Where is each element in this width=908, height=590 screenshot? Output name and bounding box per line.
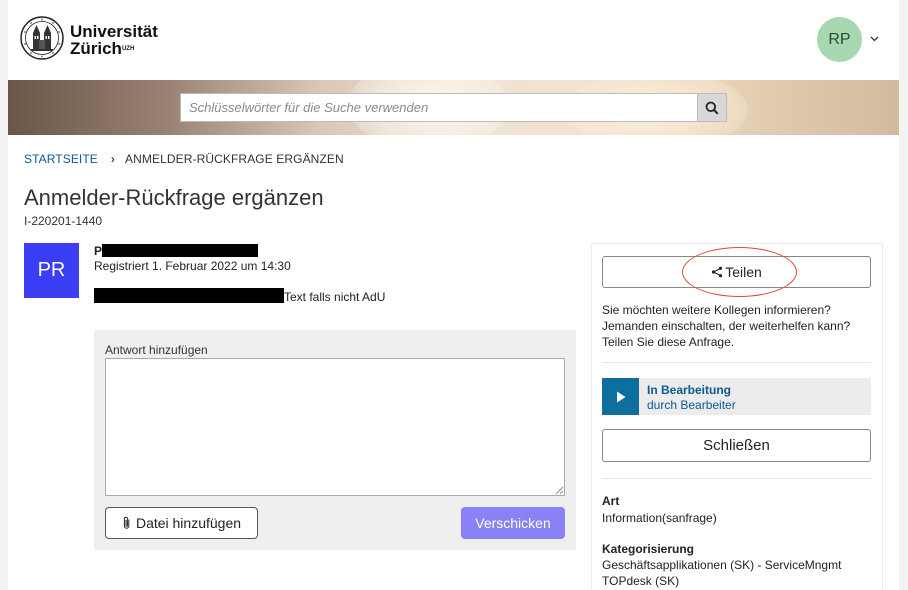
chevron-down-icon[interactable] — [870, 31, 879, 45]
search-input[interactable] — [180, 93, 698, 122]
logo-line-2: Zürich — [70, 39, 122, 58]
search-icon — [705, 101, 719, 115]
message-text: Text falls nicht AdU — [284, 290, 386, 304]
status-box[interactable]: In Bearbeitung durch Bearbeiter — [602, 378, 871, 415]
share-icon — [712, 266, 723, 278]
send-button[interactable]: Verschicken — [461, 507, 565, 539]
breadcrumb-separator-icon: › — [110, 152, 116, 166]
search-button[interactable] — [698, 93, 727, 122]
header: Universität ZürichUZH RP — [8, 0, 899, 80]
art-label: Art — [602, 494, 620, 508]
requester-name: P — [94, 244, 103, 258]
page: Universität ZürichUZH RP STARTSEITE › AN… — [8, 0, 899, 590]
play-icon — [602, 378, 639, 415]
close-request-button[interactable]: Schließen — [602, 429, 871, 462]
breadcrumb: STARTSEITE › ANMELDER-RÜCKFRAGE ERGÄNZEN — [24, 152, 344, 166]
logo-superscript: UZH — [121, 46, 135, 52]
action-sidebar: Teilen Sie möchten weitere Kollegen info… — [591, 243, 883, 590]
share-button[interactable]: Teilen — [602, 256, 871, 288]
university-seal-logo[interactable] — [20, 16, 64, 60]
status-subtitle: durch Bearbeiter — [647, 398, 736, 412]
redacted-message-bar — [94, 288, 284, 303]
requester-avatar-initials: PR — [37, 259, 66, 281]
page-title: Anmelder-Rückfrage ergänzen — [24, 185, 324, 210]
redacted-name-bar — [102, 244, 258, 257]
paperclip-icon — [123, 516, 130, 529]
category-label: Kategorisierung — [602, 542, 695, 556]
reply-label: Antwort hinzufügen — [105, 343, 208, 357]
resize-grip-icon[interactable] — [555, 486, 564, 495]
divider — [602, 362, 871, 363]
divider — [602, 478, 871, 479]
share-label: Teilen — [725, 264, 762, 280]
registered-date: Registriert 1. Februar 2022 um 14:30 — [94, 259, 291, 273]
search-banner — [8, 80, 899, 135]
breadcrumb-current: ANMELDER-RÜCKFRAGE ERGÄNZEN — [125, 152, 344, 166]
reply-textarea[interactable] — [105, 358, 565, 496]
attach-file-button[interactable]: Datei hinzufügen — [105, 507, 258, 539]
status-title: In Bearbeitung — [647, 383, 732, 397]
logo-line-1: Universität — [70, 22, 158, 41]
requester-avatar: PR — [24, 243, 79, 298]
university-wordmark[interactable]: Universität ZürichUZH — [70, 23, 158, 57]
ticket-id: I-220201-1440 — [24, 214, 103, 228]
share-info-text: Sie möchten weitere Kollegen informieren… — [602, 303, 851, 349]
user-avatar[interactable]: RP — [817, 17, 862, 62]
breadcrumb-home-link[interactable]: STARTSEITE — [24, 152, 98, 166]
user-initials: RP — [828, 30, 851, 48]
reply-panel: Antwort hinzufügen Datei hinzufügen Vers… — [94, 330, 576, 550]
attach-file-label: Datei hinzufügen — [135, 515, 242, 531]
art-value: Information(sanfrage) — [602, 511, 717, 525]
category-value: Geschäftsapplikationen (SK) - ServiceMng… — [602, 558, 842, 588]
